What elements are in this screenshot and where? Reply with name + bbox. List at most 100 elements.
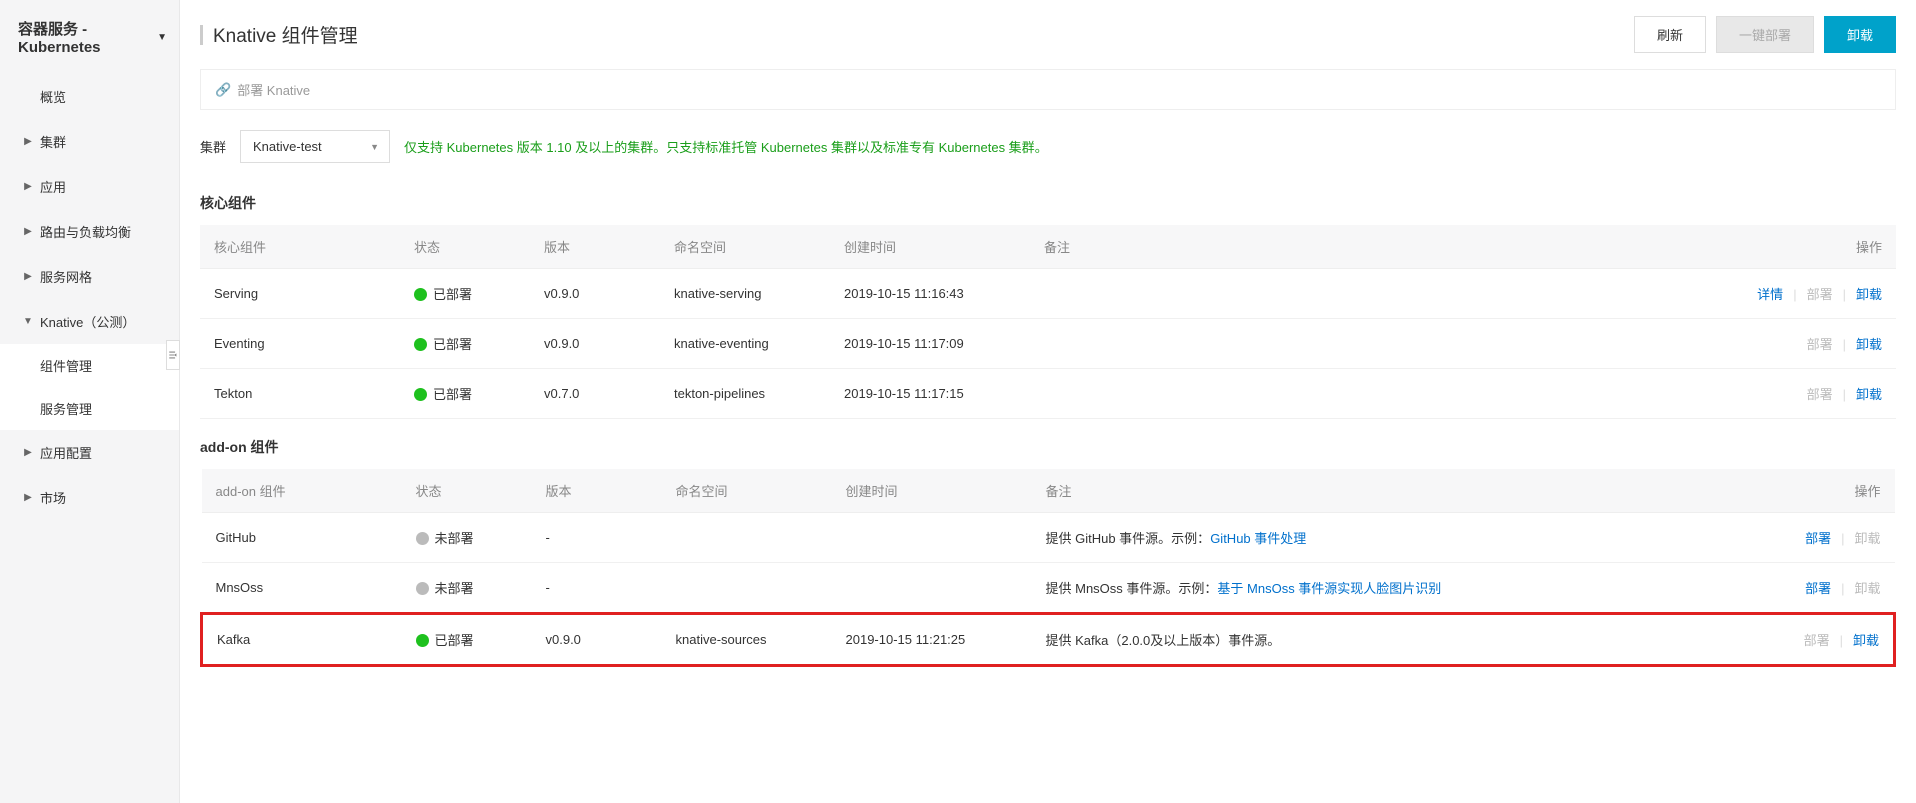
th-status: 状态 bbox=[400, 225, 530, 269]
table-row: Kafka已部署v0.9.0knative-sources2019-10-15 … bbox=[202, 614, 1895, 666]
cell-note: 提供 Kafka（2.0.0及以上版本）事件源。 bbox=[1032, 614, 1715, 666]
status-text: 已部署 bbox=[433, 337, 472, 352]
chevron-right-icon: ▶ bbox=[22, 271, 34, 282]
uninstall-link[interactable]: 卸载 bbox=[1854, 531, 1880, 546]
nav-item[interactable]: ▼Knative（公测） bbox=[0, 299, 179, 344]
th-version: 版本 bbox=[532, 469, 662, 513]
core-section-title: 核心组件 bbox=[200, 193, 1896, 213]
status-dot-icon bbox=[416, 532, 429, 545]
th-namespace: 命名空间 bbox=[660, 225, 830, 269]
cell-status: 未部署 bbox=[402, 513, 532, 563]
uninstall-link[interactable]: 卸载 bbox=[1854, 581, 1880, 596]
status-dot-icon bbox=[414, 288, 427, 301]
page-title: Knative 组件管理 bbox=[213, 21, 358, 48]
sidebar-collapse-button[interactable] bbox=[166, 340, 180, 370]
nav-item[interactable]: ▶概览 bbox=[0, 74, 179, 119]
cell-note bbox=[1030, 369, 1716, 419]
status-text: 已部署 bbox=[435, 633, 474, 648]
cell-create-time bbox=[832, 563, 1032, 614]
chevron-down-icon: ▼ bbox=[22, 316, 34, 327]
deploy-link[interactable]: 部署 bbox=[1805, 531, 1831, 546]
cluster-support-text: 仅支持 Kubernetes 版本 1.10 及以上的集群。只支持标准托管 Ku… bbox=[404, 137, 1048, 156]
nav-item[interactable]: ▶路由与负载均衡 bbox=[0, 209, 179, 254]
separator: | bbox=[1843, 387, 1846, 402]
nav-item[interactable]: ▶集群 bbox=[0, 119, 179, 164]
deploy-link[interactable]: 部署 bbox=[1804, 633, 1830, 648]
note-link[interactable]: 基于 MnsOss 事件源实现人脸图片识别 bbox=[1217, 581, 1441, 596]
deploy-link[interactable]: 部署 bbox=[1807, 387, 1833, 402]
nav-item-label: 应用配置 bbox=[40, 443, 92, 462]
deploy-link[interactable]: 部署 bbox=[1807, 337, 1833, 352]
nav-sub-item[interactable]: 服务管理 bbox=[0, 387, 179, 430]
addon-table-header-row: add-on 组件 状态 版本 命名空间 创建时间 备注 操作 bbox=[202, 469, 1895, 513]
uninstall-all-button[interactable]: 卸载 bbox=[1824, 16, 1896, 53]
th-action: 操作 bbox=[1716, 225, 1896, 269]
core-table: 核心组件 状态 版本 命名空间 创建时间 备注 操作 Serving已部署v0.… bbox=[200, 225, 1896, 419]
cell-create-time: 2019-10-15 11:17:09 bbox=[830, 319, 1030, 369]
cluster-select-display: Knative-test bbox=[240, 130, 390, 163]
addon-table: add-on 组件 状态 版本 命名空间 创建时间 备注 操作 GitHub 未部… bbox=[200, 469, 1896, 667]
status-dot-icon bbox=[416, 634, 429, 647]
nav-item[interactable]: ▶ 服务网格 bbox=[0, 254, 179, 299]
cell-namespace bbox=[662, 563, 832, 614]
title-bar-icon bbox=[200, 25, 203, 45]
nav-sub-item[interactable]: 组件管理 bbox=[0, 344, 179, 387]
cell-create-time: 2019-10-15 11:16:43 bbox=[830, 269, 1030, 319]
cell-version: v0.9.0 bbox=[530, 319, 660, 369]
cell-create-time: 2019-10-15 11:17:15 bbox=[830, 369, 1030, 419]
cell-create-time bbox=[832, 513, 1032, 563]
nav-item[interactable]: ▶应用配置 bbox=[0, 430, 179, 475]
cell-name: Tekton bbox=[200, 369, 400, 419]
note-prefix: 提供 MnsOss 事件源。示例： bbox=[1046, 581, 1218, 596]
separator: | bbox=[1793, 287, 1796, 302]
table-row: MnsOss未部署-提供 MnsOss 事件源。示例：基于 MnsOss 事件源… bbox=[202, 563, 1895, 614]
th-action: 操作 bbox=[1715, 469, 1895, 513]
cell-namespace: knative-serving bbox=[660, 269, 830, 319]
addon-section-title: add-on 组件 bbox=[200, 437, 1896, 457]
table-row: Serving已部署v0.9.0knative-serving2019-10-1… bbox=[200, 269, 1896, 319]
status-text: 未部署 bbox=[435, 581, 474, 596]
cell-name: GitHub bbox=[202, 513, 402, 563]
chevron-right-icon: ▶ bbox=[22, 136, 34, 147]
cell-status: 已部署 bbox=[400, 269, 530, 319]
uninstall-link[interactable]: 卸载 bbox=[1856, 287, 1882, 302]
deploy-link[interactable]: 部署 bbox=[1805, 581, 1831, 596]
deploy-link[interactable]: 部署 bbox=[1807, 287, 1833, 302]
separator: | bbox=[1841, 581, 1844, 596]
main-content: Knative 组件管理 刷新 一键部署 卸载 🔗 部署 Knative 集群 … bbox=[180, 0, 1916, 803]
cell-actions: 部署|卸载 bbox=[1715, 614, 1895, 666]
caret-down-icon: ▼ bbox=[157, 32, 167, 43]
th-name: 核心组件 bbox=[200, 225, 400, 269]
uninstall-link[interactable]: 卸载 bbox=[1856, 387, 1882, 402]
cell-name: MnsOss bbox=[202, 563, 402, 614]
cell-version: v0.9.0 bbox=[530, 269, 660, 319]
th-note: 备注 bbox=[1032, 469, 1715, 513]
refresh-button[interactable]: 刷新 bbox=[1634, 16, 1706, 53]
nav-item-label: 服务网格 bbox=[40, 267, 92, 286]
note-link[interactable]: GitHub 事件处理 bbox=[1210, 531, 1306, 546]
uninstall-link[interactable]: 卸载 bbox=[1856, 337, 1882, 352]
nav-item-label: 概览 bbox=[40, 87, 66, 106]
link-icon: 🔗 bbox=[215, 82, 231, 98]
cell-note: 提供 GitHub 事件源。示例：GitHub 事件处理 bbox=[1032, 513, 1715, 563]
status-text: 未部署 bbox=[435, 531, 474, 546]
sidebar-title[interactable]: 容器服务 - Kubernetes ▼ bbox=[0, 0, 179, 74]
nav-item-label: 路由与负载均衡 bbox=[40, 222, 131, 241]
nav-item-label: 市场 bbox=[40, 488, 66, 507]
separator: | bbox=[1841, 531, 1844, 546]
cell-namespace: tekton-pipelines bbox=[660, 369, 830, 419]
cell-note: 提供 MnsOss 事件源。示例：基于 MnsOss 事件源实现人脸图片识别 bbox=[1032, 563, 1715, 614]
th-create-time: 创建时间 bbox=[830, 225, 1030, 269]
nav-item-label: 应用 bbox=[40, 177, 66, 196]
status-dot-icon bbox=[416, 582, 429, 595]
nav-item[interactable]: ▶市场 bbox=[0, 475, 179, 520]
th-namespace: 命名空间 bbox=[662, 469, 832, 513]
nav-item[interactable]: ▶应用 bbox=[0, 164, 179, 209]
uninstall-link[interactable]: 卸载 bbox=[1853, 633, 1879, 648]
deploy-all-button[interactable]: 一键部署 bbox=[1716, 16, 1814, 53]
detail-link[interactable]: 详情 bbox=[1757, 287, 1783, 302]
cell-actions: 部署|卸载 bbox=[1716, 319, 1896, 369]
cluster-select[interactable]: Knative-test bbox=[240, 130, 390, 163]
cell-actions: 部署 | 卸载 bbox=[1715, 513, 1895, 563]
breadcrumb[interactable]: 🔗 部署 Knative bbox=[200, 69, 1896, 110]
